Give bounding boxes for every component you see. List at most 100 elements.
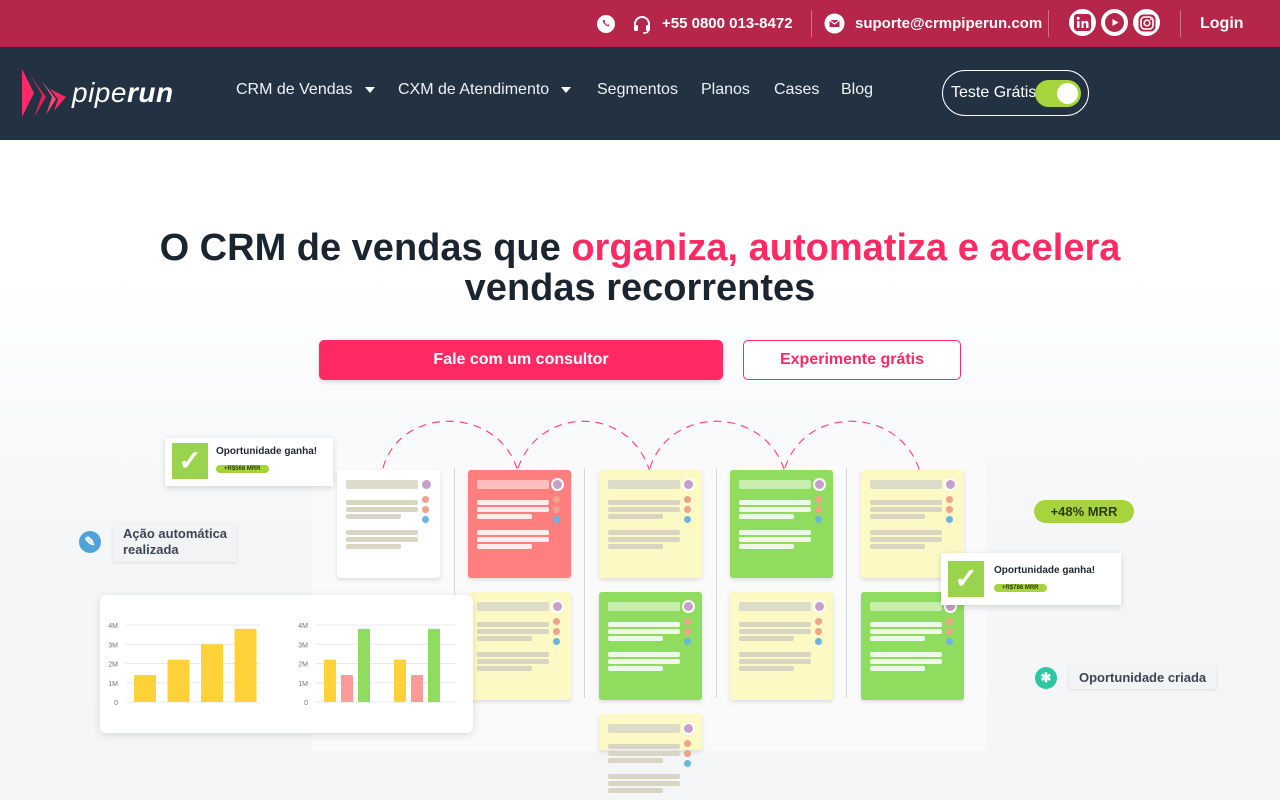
status-dot — [684, 506, 691, 513]
asterisk-icon: ✱ — [1035, 666, 1057, 689]
win-badge-title: Oportunidade ganha! — [216, 446, 318, 457]
card-line — [477, 659, 549, 664]
card-line — [477, 622, 549, 627]
avatar — [682, 478, 695, 491]
chevron-down-icon — [561, 87, 572, 93]
card-line — [870, 652, 942, 657]
card-line — [477, 530, 549, 535]
chart-bar — [358, 628, 370, 702]
card-line — [477, 636, 532, 641]
nav-cases[interactable]: Cases — [774, 81, 819, 99]
card-title-bar — [870, 480, 942, 489]
card-line — [870, 537, 942, 542]
instagram-icon[interactable] — [1133, 9, 1160, 36]
card-title-bar — [346, 480, 418, 489]
try-free-button[interactable]: Experimente grátis — [743, 340, 961, 380]
y-tick-label: 2M — [298, 662, 308, 669]
status-dot — [684, 638, 691, 645]
free-trial-button[interactable]: Teste Grátis — [942, 70, 1089, 116]
status-dot — [684, 496, 691, 503]
card-line — [739, 530, 811, 535]
card-title-bar — [739, 602, 811, 611]
kanban-card — [599, 470, 702, 578]
login-link[interactable]: Login — [1200, 0, 1244, 47]
card-line — [477, 514, 532, 519]
auto-action-line2: realizada — [123, 542, 179, 557]
free-trial-toggle[interactable] — [1035, 80, 1081, 107]
card-line — [477, 666, 532, 671]
card-line — [739, 666, 794, 671]
piperun-logo[interactable]: piperun — [20, 67, 174, 119]
opportunity-created-label: Oportunidade criada — [1069, 666, 1217, 689]
bar-charts: 0 1M 2M 3M 4M 0 1M 2M 3M 4M — [108, 623, 456, 707]
nav-planos[interactable]: Planos — [701, 81, 750, 99]
status-dot — [946, 618, 953, 625]
y-tick-label: 3M — [298, 642, 308, 649]
status-dot — [815, 628, 822, 635]
divider — [1048, 10, 1049, 37]
card-title-bar — [608, 602, 680, 611]
card-line — [477, 544, 532, 549]
mrr-charts-panel: 0 1M 2M 3M 4M 0 1M 2M 3M 4M — [100, 595, 473, 733]
status-dot — [815, 516, 822, 523]
avatar — [420, 478, 433, 491]
check-icon: ✓ — [172, 443, 208, 479]
nav-segmentos[interactable]: Segmentos — [597, 81, 678, 99]
status-dot — [684, 628, 691, 635]
y-tick-label: 4M — [108, 623, 118, 630]
card-line — [608, 788, 663, 793]
chart-bar — [428, 628, 440, 702]
card-line — [608, 652, 680, 657]
whatsapp-icon[interactable] — [596, 0, 616, 47]
nav-cxm-atendimento[interactable]: CXM de Atendimento — [398, 81, 572, 99]
status-dot — [553, 496, 560, 503]
card-line — [608, 744, 680, 749]
column-divider — [584, 468, 585, 698]
card-line — [346, 537, 418, 542]
status-dot — [946, 496, 953, 503]
card-line — [608, 629, 680, 634]
card-line — [739, 514, 794, 519]
card-line — [346, 500, 418, 505]
status-dot — [684, 760, 691, 767]
kanban-card — [599, 592, 702, 700]
talk-to-consultant-button[interactable]: Fale com um consultor — [319, 340, 723, 380]
phone-number[interactable]: +55 0800 013-8472 — [662, 0, 793, 47]
card-line — [608, 537, 680, 542]
status-dot — [684, 618, 691, 625]
auto-action-chip: ✎ Ação automática realizada — [79, 522, 238, 562]
support-email[interactable]: suporte@crmpiperun.com — [855, 0, 1042, 47]
avatar — [551, 600, 564, 613]
y-tick-label: 3M — [108, 642, 118, 649]
status-dot — [946, 638, 953, 645]
card-line — [739, 507, 811, 512]
kanban-card — [337, 470, 440, 578]
chart-bar — [201, 644, 223, 702]
card-line — [477, 537, 549, 542]
card-line — [608, 659, 680, 664]
card-line — [870, 530, 942, 535]
avatar — [813, 478, 826, 491]
card-title-bar — [870, 602, 942, 611]
card-line — [870, 507, 942, 512]
linkedin-icon[interactable] — [1069, 9, 1096, 36]
nav-blog[interactable]: Blog — [841, 81, 873, 99]
chart-bar — [411, 675, 423, 702]
headset-icon[interactable] — [631, 0, 653, 47]
logo-text: piperun — [72, 77, 174, 109]
youtube-icon[interactable] — [1101, 9, 1128, 36]
mail-icon[interactable] — [824, 0, 845, 47]
win-badge: ✓ Oportunidade ganha! +R$568 MRR — [165, 438, 333, 486]
logo-text-pipe: pipe — [72, 77, 127, 108]
avatar — [813, 600, 826, 613]
nav-crm-vendas[interactable]: CRM de Vendas — [236, 81, 375, 99]
main-nav: piperun CRM de Vendas CXM de Atendimento… — [0, 47, 1280, 140]
card-line — [870, 544, 925, 549]
status-dot — [553, 618, 560, 625]
card-line — [608, 544, 663, 549]
chart-bar — [134, 675, 156, 702]
nav-cxm-atendimento-label: CXM de Atendimento — [398, 81, 550, 98]
kanban-card — [599, 714, 702, 793]
kanban-card — [468, 592, 571, 700]
chart-bar — [324, 659, 336, 702]
